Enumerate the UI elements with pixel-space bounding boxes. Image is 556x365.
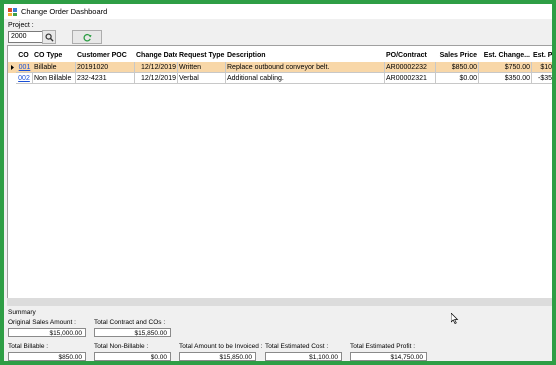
cell-poc: 232-4231: [76, 73, 135, 84]
app-icon: [8, 7, 17, 16]
col-co-type[interactable]: CO Type: [33, 50, 75, 61]
cell-sales-price: $850.00: [436, 62, 479, 73]
total-invoiced-field: $15,850.00: [179, 352, 256, 361]
cell-description: Replace outbound conveyor belt.: [226, 62, 385, 73]
total-billable-field: $850.00: [8, 352, 86, 361]
col-request-type[interactable]: Request Type: [178, 50, 225, 61]
co-link[interactable]: 002: [16, 73, 33, 84]
total-contract-label: Total Contract and COs :: [94, 319, 166, 326]
total-contract-field: $15,850.00: [94, 328, 171, 337]
project-input[interactable]: 2000: [8, 31, 44, 43]
search-button[interactable]: [42, 30, 56, 44]
cell-co-type: Billable: [33, 62, 76, 73]
change-order-window: Change Order Dashboard Project : 2000 CO…: [4, 4, 552, 361]
cell-est-change: $350.00: [479, 73, 532, 84]
cell-request-type: Verbal: [178, 73, 226, 84]
col-description[interactable]: Description: [226, 50, 384, 61]
cell-po-contract: AR00002321: [385, 73, 436, 84]
col-co[interactable]: CO: [16, 50, 31, 61]
horizontal-scrollbar[interactable]: [7, 298, 552, 306]
summary-title: Summary: [8, 309, 36, 316]
total-billable-label: Total Billable :: [8, 343, 49, 350]
window-title: Change Order Dashboard: [21, 7, 108, 16]
col-est-profit[interactable]: Est. Pr...: [532, 50, 552, 61]
total-invoiced-label: Total Amount to be Invoiced :: [179, 343, 263, 350]
cell-change-date: 12/12/2019: [135, 62, 178, 73]
change-order-grid: CO CO Type Customer POC Change Date Requ…: [7, 45, 552, 300]
cell-sales-price: $0.00: [436, 73, 479, 84]
refresh-button[interactable]: [72, 30, 102, 44]
col-sales-price[interactable]: Sales Price: [436, 50, 478, 61]
col-est-change[interactable]: Est. Change...: [479, 50, 531, 61]
mouse-pointer-icon: [450, 312, 459, 324]
project-label: Project :: [8, 22, 34, 29]
col-po-contract[interactable]: PO/Contract: [385, 50, 435, 61]
col-change-date[interactable]: Change Date: [135, 50, 177, 61]
refresh-icon: [82, 33, 92, 41]
table-row[interactable]: 002 Non Billable 232-4231 12/12/2019 Ver…: [8, 73, 552, 84]
co-link[interactable]: 001: [16, 62, 33, 73]
cell-description: Additional cabling.: [226, 73, 385, 84]
cell-est-change: $750.00: [479, 62, 532, 73]
total-est-cost-label: Total Estimated Cost :: [265, 343, 329, 350]
cell-est-profit: $10: [532, 62, 552, 73]
row-selector-arrow-icon: [9, 62, 16, 73]
total-est-cost-field: $1,100.00: [265, 352, 342, 361]
cell-change-date: 12/12/2019: [135, 73, 178, 84]
total-non-billable-field: $0.00: [94, 352, 171, 361]
total-est-profit-label: Total Estimated Profit :: [350, 343, 416, 350]
cell-request-type: Written: [178, 62, 226, 73]
cell-co-type: Non Billable: [33, 73, 76, 84]
cell-poc: 20191020: [76, 62, 135, 73]
col-customer-poc[interactable]: Customer POC: [76, 50, 134, 61]
original-sales-label: Original Sales Amount :: [8, 319, 76, 326]
original-sales-field: $15,000.00: [8, 328, 86, 337]
total-est-profit-field: $14,750.00: [350, 352, 427, 361]
table-row[interactable]: 001 Billable 20191020 12/12/2019 Written…: [8, 62, 552, 73]
total-non-billable-label: Total Non-Billable :: [94, 343, 149, 350]
title-bar: Change Order Dashboard: [4, 4, 552, 19]
cell-est-profit: -$35: [532, 73, 552, 84]
search-icon: [44, 32, 54, 42]
cell-po-contract: AR00002232: [385, 62, 436, 73]
